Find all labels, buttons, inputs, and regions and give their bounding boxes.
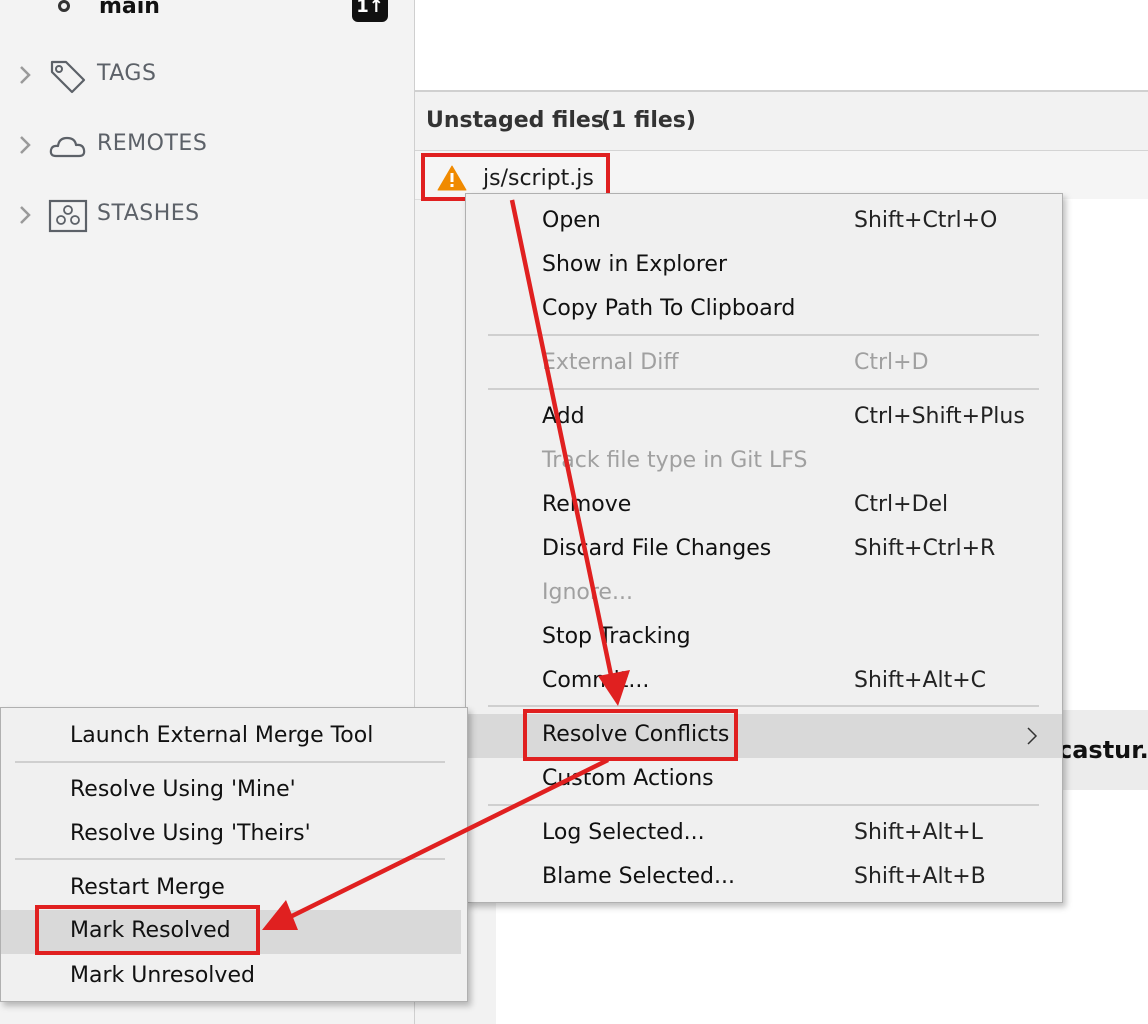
menu-item-shortcut: Shift+Alt+B — [854, 864, 986, 889]
submenu-item-resolve-mine[interactable]: Resolve Using 'Mine' — [1, 769, 461, 813]
ahead-count-badge: 1↑ — [352, 0, 388, 22]
menu-item-label: Blame Selected... — [542, 864, 735, 889]
menu-item-commit[interactable]: Commit... Shift+Alt+C — [466, 660, 1062, 704]
sidebar-section-label: STASHES — [97, 201, 200, 226]
sidebar-section-label: REMOTES — [97, 131, 208, 156]
chevron-right-icon — [20, 66, 31, 84]
menu-item-label: Open — [542, 208, 601, 233]
menu-item-external-diff: External Diff Ctrl+D — [466, 342, 1062, 386]
menu-item-ignore: Ignore... — [466, 572, 1062, 616]
unstaged-files-count: (1 files) — [601, 108, 696, 133]
menu-item-remove[interactable]: Remove Ctrl+Del — [466, 484, 1062, 528]
menu-item-show-in-explorer[interactable]: Show in Explorer — [466, 244, 1062, 288]
menu-item-label: Track file type in Git LFS — [542, 448, 808, 473]
menu-separator — [15, 858, 445, 860]
menu-separator — [488, 388, 1039, 390]
menu-item-log-selected[interactable]: Log Selected... Shift+Alt+L — [466, 812, 1062, 856]
warning-icon — [437, 165, 467, 191]
menu-item-blame-selected[interactable]: Blame Selected... Shift+Alt+B — [466, 856, 1062, 900]
unstaged-files-header: Unstaged files (1 files) — [415, 92, 1148, 151]
menu-item-label: Discard File Changes — [542, 536, 772, 561]
annotation-box-resolve-conflicts — [523, 709, 738, 761]
file-name: js/script.js — [483, 166, 594, 191]
menu-item-shortcut: Ctrl+D — [854, 350, 929, 375]
menu-separator — [488, 705, 1039, 707]
branch-item-main[interactable]: main 1↑ — [0, 0, 414, 24]
submenu-item-launch-merge-tool[interactable]: Launch External Merge Tool — [1, 715, 461, 759]
menu-item-open[interactable]: Open Shift+Ctrl+O — [466, 200, 1062, 244]
chevron-right-icon — [20, 136, 31, 154]
menu-item-stop-tracking[interactable]: Stop Tracking — [466, 616, 1062, 660]
unstaged-files-title: Unstaged files — [426, 108, 604, 133]
menu-separator — [15, 761, 445, 763]
menu-item-shortcut: Ctrl+Del — [854, 492, 949, 517]
menu-item-shortcut: Shift+Alt+C — [854, 668, 987, 693]
menu-item-label: Resolve Using 'Theirs' — [70, 821, 311, 846]
menu-item-label: Stop Tracking — [542, 624, 691, 649]
sidebar-section-stashes[interactable]: STASHES — [0, 190, 414, 240]
menu-item-label: Custom Actions — [542, 766, 714, 791]
chevron-right-icon — [20, 206, 31, 224]
menu-item-label: Restart Merge — [70, 875, 225, 900]
menu-item-track-lfs: Track file type in Git LFS — [466, 440, 1062, 484]
branch-name: main — [99, 0, 160, 19]
menu-item-label: External Diff — [542, 350, 679, 375]
chevron-right-icon — [1027, 727, 1038, 745]
menu-item-shortcut: Shift+Alt+L — [854, 820, 983, 845]
resolve-conflicts-submenu: Launch External Merge Tool Resolve Using… — [0, 707, 468, 1002]
submenu-item-resolve-theirs[interactable]: Resolve Using 'Theirs' — [1, 813, 461, 857]
menu-item-label: Show in Explorer — [542, 252, 728, 277]
menu-item-label: Mark Unresolved — [70, 963, 255, 988]
menu-item-label: Ignore... — [542, 580, 633, 605]
menu-item-shortcut: Ctrl+Shift+Plus — [854, 404, 1025, 429]
tag-icon — [50, 60, 86, 94]
main-top-pane — [415, 0, 1148, 92]
cloud-icon — [49, 136, 86, 158]
menu-item-label: Remove — [542, 492, 632, 517]
sidebar-section-tags[interactable]: TAGS — [0, 50, 414, 100]
menu-item-copy-path[interactable]: Copy Path To Clipboard — [466, 288, 1062, 332]
menu-item-shortcut: Shift+Ctrl+O — [854, 208, 998, 233]
menu-item-label: Log Selected... — [542, 820, 705, 845]
menu-separator — [488, 804, 1039, 806]
menu-item-label: Commit... — [542, 668, 650, 693]
menu-item-add[interactable]: Add Ctrl+Shift+Plus — [466, 396, 1062, 440]
menu-separator — [488, 334, 1039, 336]
context-menu: Open Shift+Ctrl+O Show in Explorer Copy … — [465, 193, 1063, 903]
menu-item-label: Add — [542, 404, 585, 429]
menu-item-label: Copy Path To Clipboard — [542, 296, 796, 321]
submenu-item-mark-unresolved[interactable]: Mark Unresolved — [1, 955, 461, 999]
menu-item-custom-actions[interactable]: Custom Actions — [466, 758, 1062, 802]
sidebar-section-label: TAGS — [97, 61, 157, 86]
partial-text: castur.c — [1058, 736, 1148, 764]
menu-item-label: Resolve Using 'Mine' — [70, 777, 296, 802]
branch-circle-icon — [58, 0, 70, 12]
annotation-box-mark-resolved — [35, 905, 260, 955]
sidebar-section-remotes[interactable]: REMOTES — [0, 120, 414, 170]
stash-icon — [48, 199, 88, 233]
menu-item-discard-changes[interactable]: Discard File Changes Shift+Ctrl+R — [466, 528, 1062, 572]
menu-item-shortcut: Shift+Ctrl+R — [854, 536, 996, 561]
menu-item-label: Launch External Merge Tool — [70, 723, 374, 748]
